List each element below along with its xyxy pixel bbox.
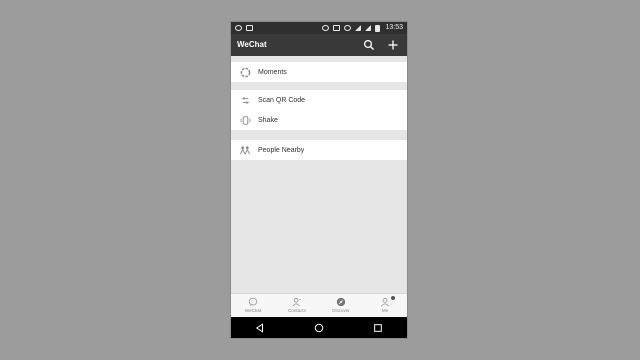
status-time: 13:53 [385,24,403,31]
tab-contacts[interactable]: Contacts [275,294,319,317]
status-bar: 13:53 [231,22,407,34]
group-people-nearby: People Nearby [231,140,407,160]
group-moments: Moments [231,62,407,82]
shake-icon [239,114,251,126]
back-triangle-icon [256,322,264,333]
image-notification-icon [246,25,253,31]
phone-screen: 13:53 WeChat Moments Scan QR Code Shake … [231,22,407,338]
compass-icon [336,297,346,307]
list-item-shake[interactable]: Shake [231,110,407,130]
list-item-label: People Nearby [258,146,305,154]
group-scan-shake: Scan QR Code Shake [231,90,407,130]
tab-label: Contacts [288,308,306,313]
system-nav-bar [231,317,407,338]
tab-label: WeChat [244,308,262,313]
app-bar: WeChat [231,34,407,56]
tab-me[interactable]: Me [363,294,407,317]
vibrate-icon [333,25,341,31]
alarm-icon [344,25,352,31]
tab-wechat[interactable]: WeChat [231,294,275,317]
search-icon[interactable] [363,39,375,51]
add-icon[interactable] [387,39,399,51]
scan-qr-code-icon [239,94,251,106]
discover-list: Moments Scan QR Code Shake People Nearby [231,56,407,293]
wifi-icon [355,25,362,31]
tab-label: Discover [332,308,350,313]
moments-icon [239,66,251,78]
chat-bubble-icon [248,297,258,307]
signal-icon [365,25,372,31]
sync-icon [322,25,330,31]
contacts-icon [292,298,302,307]
list-item-label: Moments [258,68,287,76]
list-item-label: Shake [258,116,278,124]
list-item-label: Scan QR Code [258,96,306,104]
back-button[interactable] [254,322,266,334]
people-nearby-icon [239,144,251,156]
notification-dot [391,296,395,300]
person-icon [380,297,390,307]
app-title: WeChat [237,40,267,49]
home-button[interactable] [313,322,325,334]
tab-label: Me [381,308,389,313]
status-bar-right: 13:53 [322,22,403,34]
list-item-scan-qr-code[interactable]: Scan QR Code [231,90,407,110]
recents-square-icon [373,323,382,332]
bottom-tab-bar: WeChat Contacts Discover Me [231,293,407,317]
tab-discover[interactable]: Discover [319,294,363,317]
recents-button[interactable] [372,322,384,334]
home-circle-icon [314,323,324,332]
notification-icon [235,25,242,31]
list-item-moments[interactable]: Moments [231,62,407,82]
status-bar-left [235,22,253,34]
list-item-people-nearby[interactable]: People Nearby [231,140,407,160]
battery-icon [375,24,381,32]
